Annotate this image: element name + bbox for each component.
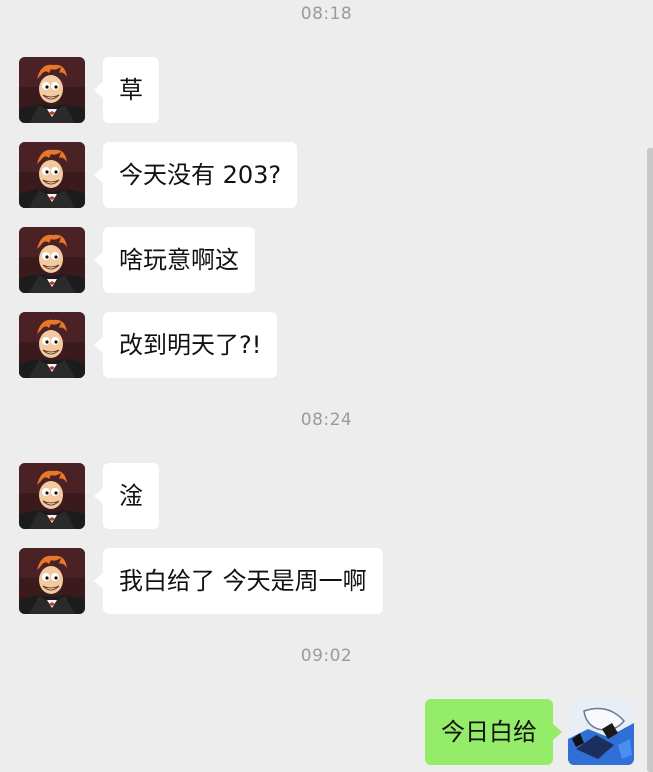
timestamp: 08:18 [300,4,353,24]
timestamp: 09:02 [300,646,353,666]
incoming-message-bubble[interactable]: 啥玩意啊这 [94,227,255,293]
friend-avatar-icon[interactable] [19,548,85,614]
friend-avatar-icon[interactable] [19,57,85,123]
self-avatar-icon[interactable] [568,699,634,765]
friend-avatar-icon[interactable] [19,227,85,293]
scrollbar[interactable] [647,148,653,772]
chat-window: 08:18 草 今天没有 203? 啥玩意啊这 改到明天了?! 08:24 淦 … [0,0,653,772]
incoming-message-bubble[interactable]: 改到明天了?! [93,312,278,378]
friend-avatar-icon[interactable] [19,312,85,378]
friend-avatar-icon[interactable] [19,142,85,208]
incoming-message-bubble[interactable]: 淦 [94,463,159,529]
friend-avatar-icon[interactable] [19,463,85,529]
timestamp: 08:24 [300,410,353,430]
incoming-message-bubble[interactable]: 草 [94,57,159,123]
outgoing-message-bubble[interactable]: 今日白给 [425,699,562,765]
incoming-message-bubble[interactable]: 我白给了 今天是周一啊 [94,548,383,614]
incoming-message-bubble[interactable]: 今天没有 203? [93,142,298,208]
